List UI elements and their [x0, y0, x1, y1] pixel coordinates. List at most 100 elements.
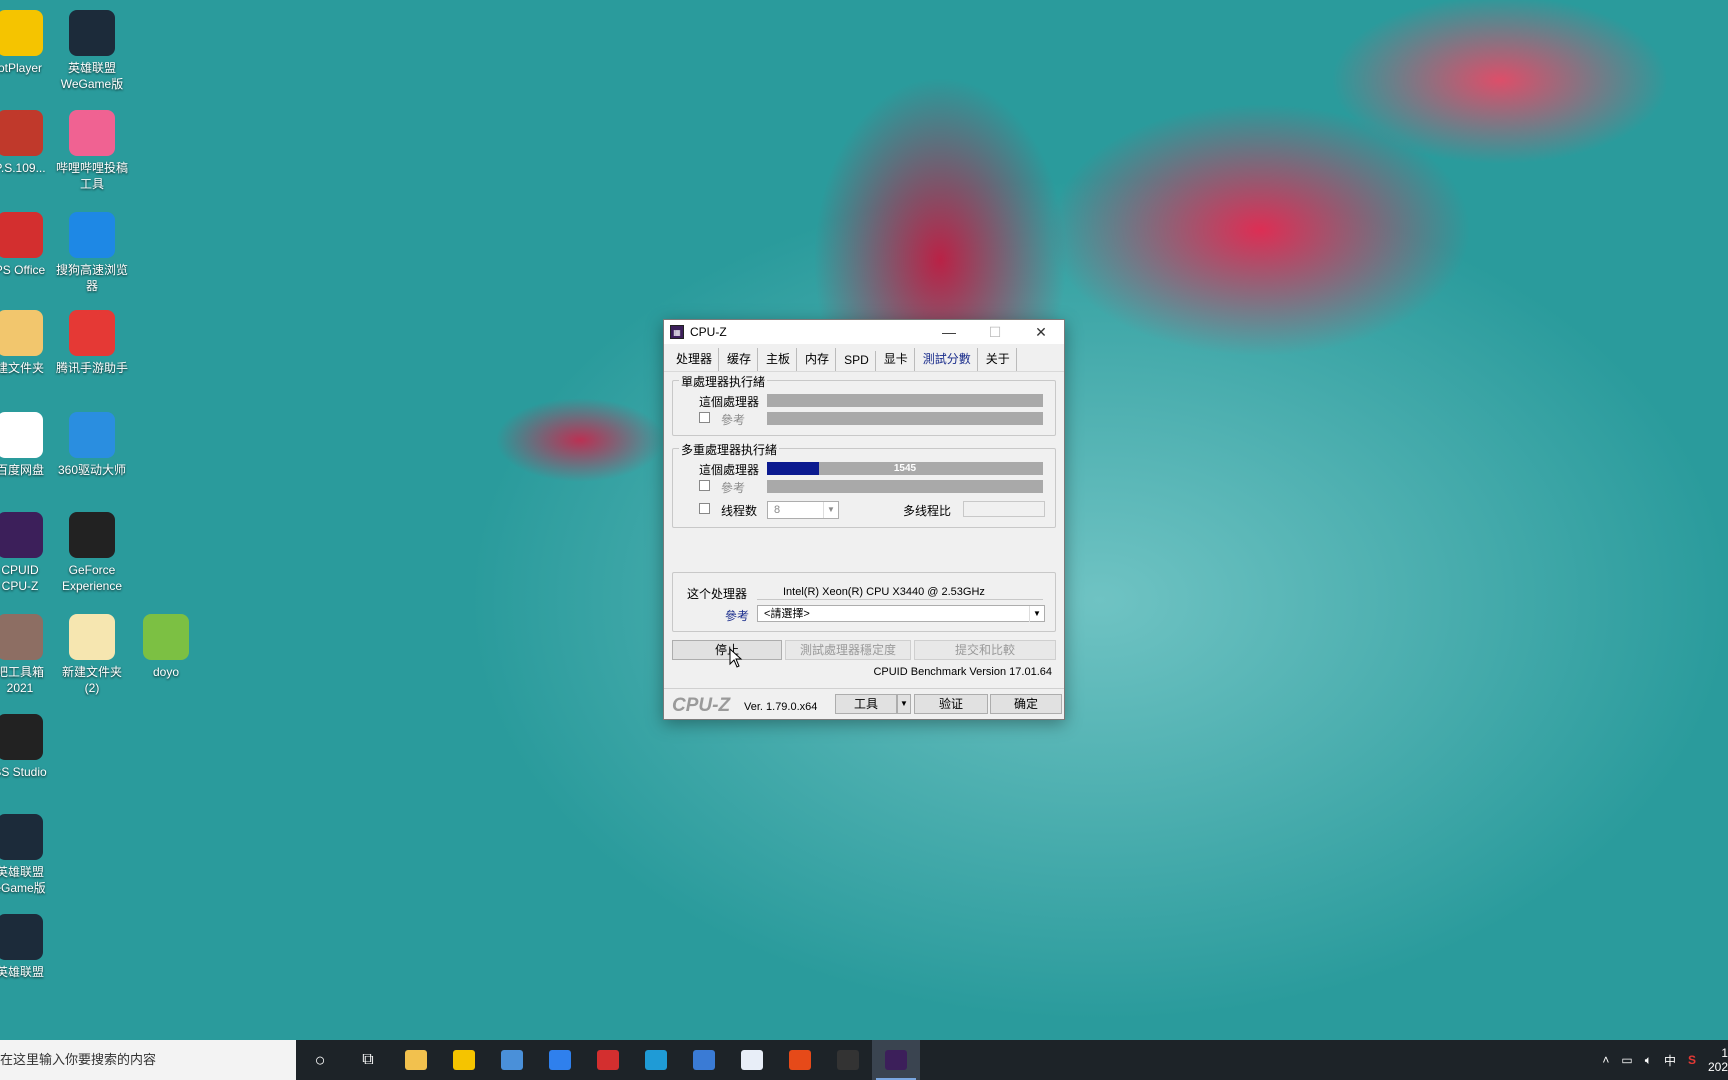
- ok-button[interactable]: 确定: [990, 694, 1062, 714]
- submit-compare-button[interactable]: 提交和比較: [914, 640, 1056, 660]
- cortana-icon: ○: [314, 1049, 326, 1070]
- version-text: Ver. 1.79.0.x64: [744, 701, 818, 713]
- bilibili-icon: [69, 110, 115, 156]
- tab-memory[interactable]: 内存: [799, 348, 837, 371]
- tab-processor[interactable]: 处理器: [670, 348, 720, 371]
- stop-button[interactable]: 停止: [672, 640, 782, 660]
- taskbar-task-view-button[interactable]: ⧉: [344, 1040, 392, 1080]
- title-bar[interactable]: ▦ CPU-Z — ☐ ✕: [664, 320, 1064, 344]
- desktop-icon-label: 百度网盘: [0, 463, 44, 477]
- clock[interactable]: 1 202: [1708, 1046, 1728, 1074]
- taskbar-cpuz-button[interactable]: [872, 1040, 920, 1080]
- taskbar-store-button[interactable]: [488, 1040, 536, 1080]
- wps-icon: [597, 1050, 619, 1070]
- feishu-icon: [693, 1050, 715, 1070]
- taskbar-mail-button[interactable]: [536, 1040, 584, 1080]
- tools-dropdown-icon[interactable]: ▼: [897, 694, 911, 714]
- chevron-down-icon: ▼: [823, 502, 838, 518]
- thread-ratio-label: 多线程比: [903, 504, 952, 518]
- clock-date: 202: [1707, 1060, 1728, 1074]
- cpuz-app-icon: ▦: [670, 325, 684, 339]
- desktop-icon[interactable]: 英雄联盟 eGame版: [0, 808, 56, 896]
- cpuz-window: ▦ CPU-Z — ☐ ✕ 处理器 缓存 主板 内存 SPD 显卡 測試分數 关…: [663, 319, 1065, 720]
- single-thread-title: 單處理器执行緒: [679, 373, 768, 390]
- taskbar-cortana-button[interactable]: ○: [296, 1040, 344, 1080]
- desktop-icon[interactable]: BS Studio: [0, 708, 56, 780]
- multi-ref-bar: [767, 480, 1043, 493]
- desktop-icon[interactable]: doyo: [130, 608, 202, 680]
- taskbar-search-box[interactable]: 在这里输入你要搜索的内容: [0, 1040, 296, 1080]
- taskbar-obs-button[interactable]: [824, 1040, 872, 1080]
- threads-value: 8: [774, 504, 781, 516]
- taskbar-potplayer-button[interactable]: [440, 1040, 488, 1080]
- close-button[interactable]: ✕: [1018, 320, 1064, 344]
- window-title: CPU-Z: [690, 325, 727, 339]
- tab-about[interactable]: 关于: [980, 348, 1017, 371]
- 360-driver-icon: [69, 412, 115, 458]
- tools-button[interactable]: 工具: [835, 694, 897, 714]
- desktop-icon[interactable]: PS Office: [0, 206, 56, 278]
- multi-ref-checkbox[interactable]: [699, 480, 710, 491]
- desktop-icon[interactable]: 腾讯手游助手: [56, 304, 128, 376]
- tray-chevron-up-icon[interactable]: ˄: [1602, 1053, 1609, 1067]
- stress-test-button[interactable]: 測試處理器穩定度: [785, 640, 911, 660]
- desktop-icon[interactable]: GeForce Experience: [56, 506, 128, 594]
- tab-bench[interactable]: 測試分數: [917, 348, 978, 371]
- ime-indicator[interactable]: 中: [1664, 1052, 1676, 1069]
- tab-graphics[interactable]: 显卡: [878, 348, 915, 371]
- single-ref-checkbox[interactable]: [699, 412, 710, 423]
- desktop-icon[interactable]: 搜狗高速浏览 器: [56, 206, 128, 294]
- desktop-icon[interactable]: P.S.109...: [0, 104, 56, 176]
- desktop-icon-label: GeForce Experience: [61, 563, 123, 593]
- threads-checkbox[interactable]: [699, 503, 710, 514]
- desktop-icon[interactable]: 哔哩哔哩投稿 工具: [56, 104, 128, 192]
- single-thread-group: 單處理器执行緒 這個處理器 參考: [672, 373, 1056, 436]
- desktop-icon[interactable]: 英雄联盟 WeGame版: [56, 4, 128, 92]
- desktop-icon[interactable]: 360驱动大师: [56, 406, 128, 478]
- desktop-icon-label: doyo: [152, 665, 180, 679]
- desktop-icon[interactable]: 新建文件夹 (2): [56, 608, 128, 696]
- baidu-netdisk-icon: [741, 1050, 763, 1070]
- wps-doc-icon: [0, 110, 43, 156]
- single-this-bar: [767, 394, 1043, 407]
- desktop-icon-label: PS Office: [0, 263, 46, 277]
- desktop-icon[interactable]: 吧工具箱 2021: [0, 608, 56, 696]
- desktop-icon[interactable]: otPlayer: [0, 4, 56, 76]
- multi-ref-label: 參考: [721, 481, 746, 495]
- desktop-icon[interactable]: 百度网盘: [0, 406, 56, 478]
- bench-version: CPUID Benchmark Version 17.01.64: [873, 666, 1052, 678]
- taskbar-baidu-netdisk-button[interactable]: [728, 1040, 776, 1080]
- single-this-label: 這個處理器: [699, 395, 760, 409]
- mouse-cursor-icon: [729, 648, 743, 668]
- taskbar-feishu-button[interactable]: [680, 1040, 728, 1080]
- edge-icon: [645, 1050, 667, 1070]
- volume-icon[interactable]: 🔈︎: [1645, 1053, 1652, 1068]
- potplayer-icon: [453, 1050, 475, 1070]
- desktop-icon[interactable]: CPUID CPU-Z: [0, 506, 56, 594]
- toolbox-icon: [0, 614, 43, 660]
- ref-cpu-select[interactable]: <請選擇> ▼: [757, 605, 1045, 622]
- sogou-ime-icon[interactable]: S: [1688, 1053, 1696, 1067]
- minimize-button[interactable]: —: [926, 320, 972, 344]
- desktop-icon-label: 英雄联盟 WeGame版: [60, 61, 124, 91]
- desktop-icon[interactable]: 英雄联盟: [0, 908, 56, 980]
- threads-select[interactable]: 8 ▼: [767, 501, 839, 519]
- chevron-down-icon: ▼: [1029, 606, 1044, 622]
- taskbar-edge-button[interactable]: [632, 1040, 680, 1080]
- taskbar-wps-button[interactable]: [584, 1040, 632, 1080]
- single-ref-label: 參考: [721, 413, 746, 427]
- task-view-icon: ⧉: [362, 1051, 374, 1068]
- multi-this-label: 這個處理器: [699, 463, 760, 477]
- desktop-icon[interactable]: 建文件夹: [0, 304, 56, 376]
- tab-cache[interactable]: 缓存: [721, 348, 759, 371]
- validate-button[interactable]: 验证: [914, 694, 988, 714]
- ref-cpu-value: <請選擇>: [764, 608, 810, 620]
- network-icon[interactable]: ▭: [1621, 1053, 1632, 1067]
- tab-mainboard[interactable]: 主板: [760, 348, 798, 371]
- desktop-icon-label: 英雄联盟 eGame版: [0, 865, 46, 895]
- tab-spd[interactable]: SPD: [838, 351, 876, 371]
- taskbar-g-app-button[interactable]: [776, 1040, 824, 1080]
- taskbar-file-explorer-button[interactable]: [392, 1040, 440, 1080]
- sogou-browser-icon: [69, 212, 115, 258]
- desktop-icon-label: 360驱动大师: [57, 463, 127, 477]
